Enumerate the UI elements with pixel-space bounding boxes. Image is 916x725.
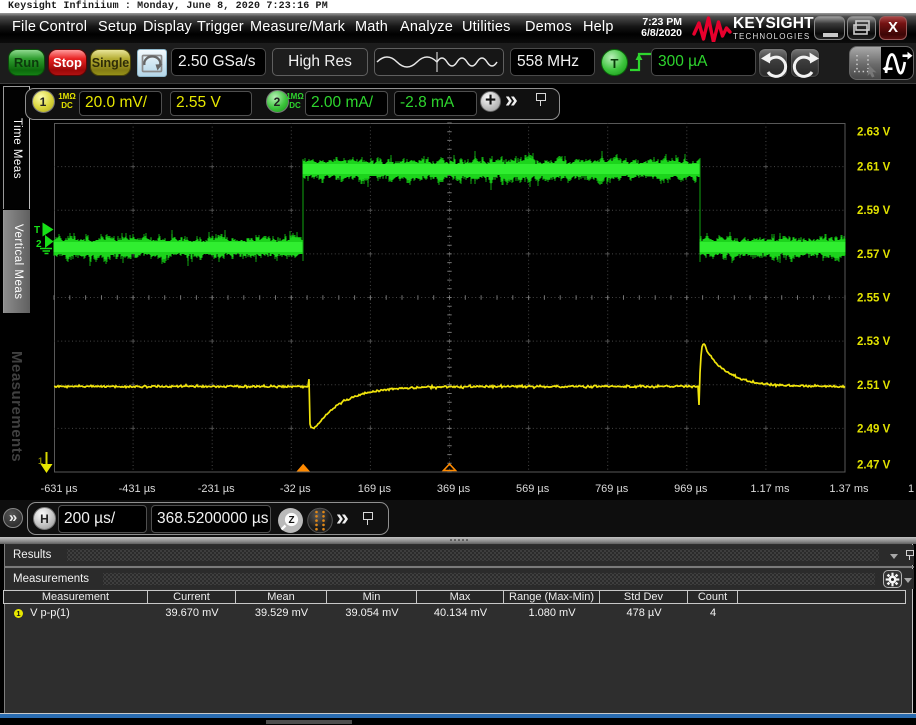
svg-text:2.63 V: 2.63 V: [857, 127, 891, 139]
svg-text:2.61 V: 2.61 V: [857, 162, 891, 174]
svg-text:-431 µs: -431 µs: [119, 483, 156, 495]
svg-text:1.17 ms: 1.17 ms: [750, 483, 790, 495]
svg-text:-32 µs: -32 µs: [280, 483, 311, 495]
svg-text:1: 1: [38, 456, 43, 466]
svg-text:2.59 V: 2.59 V: [857, 205, 891, 217]
svg-text:2.47 V: 2.47 V: [857, 460, 891, 472]
svg-text:969 µs: 969 µs: [674, 483, 708, 495]
svg-text:2.55 V: 2.55 V: [857, 293, 891, 305]
svg-text:369 µs: 369 µs: [437, 483, 471, 495]
svg-text:2.51 V: 2.51 V: [857, 380, 891, 392]
svg-text:2.53 V: 2.53 V: [857, 336, 891, 348]
svg-text:569 µs: 569 µs: [516, 483, 550, 495]
svg-text:2.57 V: 2.57 V: [857, 249, 891, 261]
svg-text:169 µs: 169 µs: [358, 483, 392, 495]
svg-text:2.49 V: 2.49 V: [857, 423, 891, 435]
svg-text:Z: Z: [288, 515, 294, 526]
svg-text:769 µs: 769 µs: [595, 483, 629, 495]
svg-text:1: 1: [908, 483, 914, 495]
svg-text:-631 µs: -631 µs: [41, 483, 78, 495]
svg-text:1.37 ms: 1.37 ms: [829, 483, 869, 495]
svg-text:-231 µs: -231 µs: [198, 483, 235, 495]
svg-text:T: T: [34, 225, 40, 236]
